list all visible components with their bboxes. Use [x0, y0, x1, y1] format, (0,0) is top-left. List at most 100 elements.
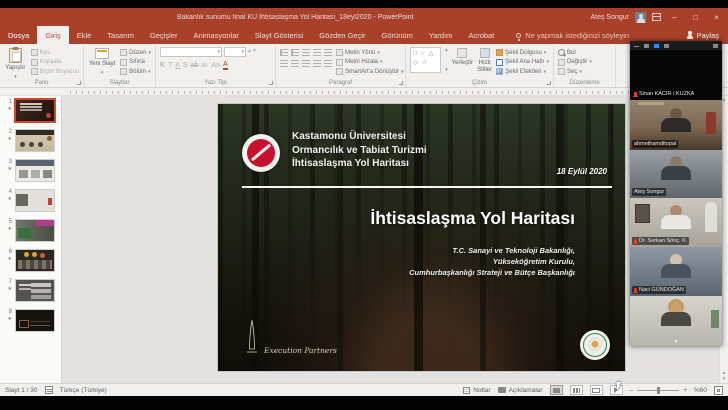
align-text-button[interactable]: Metni Hizala ▾ [336, 58, 404, 66]
shape-outline-button[interactable]: Şekil Ana Hattı ▾ [496, 58, 549, 66]
quick-styles-button[interactable]: Hızlı Stiller [477, 47, 492, 73]
align-right-icon[interactable] [302, 60, 310, 67]
numbering-icon[interactable] [291, 49, 299, 56]
shapes-gallery[interactable]: □ ○ △ ◇ ☆ [410, 47, 442, 73]
thumbnail-slide-4[interactable]: 4 ★ [5, 189, 57, 212]
thumbnail-slide-8[interactable]: 8 ★ [5, 309, 57, 332]
character-spacing-button[interactable]: AV [201, 63, 208, 69]
thumbnail-slide-5[interactable]: 5 ★ [5, 219, 57, 242]
dialog-launcher-icon[interactable] [399, 81, 403, 85]
underline-button[interactable]: A [175, 62, 180, 69]
copy-button[interactable]: Kopyala [30, 58, 79, 66]
participant-tile-6[interactable]: ▾ [630, 296, 722, 346]
normal-view-button[interactable] [549, 385, 563, 395]
panel-options-icon[interactable] [713, 43, 718, 48]
paste-button[interactable]: Yapıştır ▾ [4, 47, 27, 80]
fit-to-window-icon[interactable] [714, 385, 723, 395]
speaker-view-icon[interactable] [644, 43, 649, 48]
align-left-icon[interactable] [280, 60, 288, 67]
current-slide[interactable]: Kastamonu Üniversitesi Ormancılık ve Tab… [218, 104, 625, 371]
reset-button[interactable]: Sıfırla [120, 58, 151, 66]
minimize-button[interactable]: – [667, 13, 682, 22]
dialog-launcher-icon[interactable] [547, 81, 551, 85]
align-center-icon[interactable] [291, 60, 299, 67]
thumbnail-slide-6[interactable]: 6 ★ [5, 249, 57, 272]
participant-tile-4[interactable]: Dr. Serkan Sönç. K. [630, 198, 722, 247]
participant-tile-3[interactable]: Ateş Songur [630, 150, 722, 198]
italic-button[interactable]: T [168, 62, 172, 69]
grow-font-icon[interactable]: ▴ [248, 47, 251, 57]
tab-dosya[interactable]: Dosya [0, 26, 37, 44]
font-name-combobox[interactable]: ▾ [160, 47, 222, 57]
zoom-slider[interactable] [637, 386, 680, 394]
tab-yardim[interactable]: Yardım [421, 26, 461, 44]
section-button[interactable]: Bölüm ▾ [120, 68, 151, 75]
text-direction-button[interactable]: Metin Yönü ▾ [336, 49, 404, 56]
signed-in-user[interactable]: Ateş Songur [590, 14, 629, 21]
zoom-out-button[interactable]: – [630, 387, 634, 394]
shape-fill-button[interactable]: Şekil Dolgusu ▾ [496, 49, 549, 56]
bullets-icon[interactable] [280, 49, 288, 56]
thumbnail-slide-2[interactable]: 2 ★ [5, 129, 57, 152]
comments-button[interactable]: Açıklamalar [497, 387, 543, 394]
slide-thumbnail-panel[interactable]: 1 ★ 2 ★ 3 ★ 4 ★ 5 ★ 6 ★ 7 ★ 8 ★ [0, 96, 62, 383]
tab-animasyonlar[interactable]: Animasyonlar [185, 26, 246, 44]
change-case-button[interactable]: Aa [211, 62, 220, 69]
font-color-button[interactable]: A [222, 61, 228, 70]
justify-icon[interactable] [313, 60, 321, 67]
ribbon-display-options-icon[interactable] [652, 13, 661, 21]
replace-button[interactable]: Değiştir ▾ [558, 58, 592, 66]
scroll-nav[interactable]: ▴ ▾ [720, 370, 728, 382]
video-call-panel[interactable]: Sinan KACIR / KUZKA ahmethamditopal Ateş… [630, 41, 722, 346]
zoom-level[interactable]: %60 [694, 387, 707, 394]
zoom-in-button[interactable]: + [683, 387, 687, 394]
shrink-font-icon[interactable]: ▾ [253, 47, 256, 57]
tab-tasarim[interactable]: Tasarım [99, 26, 142, 44]
reading-view-button[interactable] [589, 385, 603, 395]
cut-button[interactable]: Kes [30, 49, 79, 56]
dialog-launcher-icon[interactable] [77, 81, 81, 85]
tab-ekle[interactable]: Ekle [69, 26, 100, 44]
language-indicator[interactable]: Türkçe (Türkiye) [60, 387, 107, 394]
dialog-launcher-icon[interactable] [269, 81, 273, 85]
shapes-scroll-down-icon[interactable]: ▾ [445, 67, 448, 73]
slide-sorter-button[interactable] [569, 385, 583, 395]
indent-increase-icon[interactable] [313, 49, 321, 56]
notes-button[interactable]: Notlar [463, 386, 491, 394]
new-slide-button[interactable]: Yeni Slayt ▾ [88, 47, 116, 76]
zoom-slider-thumb[interactable] [656, 386, 660, 394]
shadow-button[interactable]: S [183, 62, 188, 69]
tab-gorunum[interactable]: Görünüm [374, 26, 421, 44]
bold-button[interactable]: K [160, 62, 165, 69]
grid-view-icon[interactable] [664, 43, 669, 48]
format-painter-button[interactable]: Biçim Boyacısı [30, 68, 79, 75]
line-spacing-icon[interactable] [324, 49, 332, 56]
participant-tile-5[interactable]: Naci GÜNDOĞAN [630, 247, 722, 296]
minimize-panel-icon[interactable] [634, 45, 639, 48]
collapse-tile-icon[interactable]: ▾ [674, 338, 677, 345]
thumbnail-slide-7[interactable]: 7 ★ [5, 279, 57, 302]
maximize-button[interactable]: □ [688, 13, 703, 22]
tab-acrobat[interactable]: Acrobat [460, 26, 502, 44]
tell-me-search[interactable]: Ne yapmak istediğinizi söyleyin [516, 26, 629, 44]
find-button[interactable]: Bul [558, 49, 592, 56]
thumbnail-slide-3[interactable]: 3 ★ [5, 159, 57, 182]
participant-tile-2[interactable]: ahmethamditopal [630, 100, 722, 150]
layout-button[interactable]: Düzen ▾ [120, 49, 151, 56]
font-size-combobox[interactable]: ▾ [224, 47, 246, 57]
tab-giris[interactable]: Giriş [37, 26, 69, 44]
shapes-scroll-up-icon[interactable]: ▴ [445, 47, 448, 53]
indent-decrease-icon[interactable] [302, 49, 310, 56]
columns-icon[interactable] [324, 60, 332, 67]
tab-gecisler[interactable]: Geçişler [142, 26, 186, 44]
next-slide-icon[interactable]: ▾ [723, 376, 726, 382]
tab-slayt-gosterisi[interactable]: Slayt Gösterisi [247, 26, 311, 44]
proofing-icon[interactable] [44, 386, 53, 394]
gallery-view-icon[interactable] [654, 43, 659, 48]
shape-effects-button[interactable]: Şekil Efektleri ▾ [496, 68, 549, 75]
participant-tile-1[interactable]: Sinan KACIR / KUZKA [630, 50, 722, 100]
convert-smartart-button[interactable]: SmartArt'a Dönüştür ▾ [336, 68, 404, 75]
tab-gozden-gecir[interactable]: Gözden Geçir [311, 26, 373, 44]
strikethrough-button[interactable]: ab [191, 62, 199, 69]
user-avatar[interactable] [635, 11, 646, 23]
